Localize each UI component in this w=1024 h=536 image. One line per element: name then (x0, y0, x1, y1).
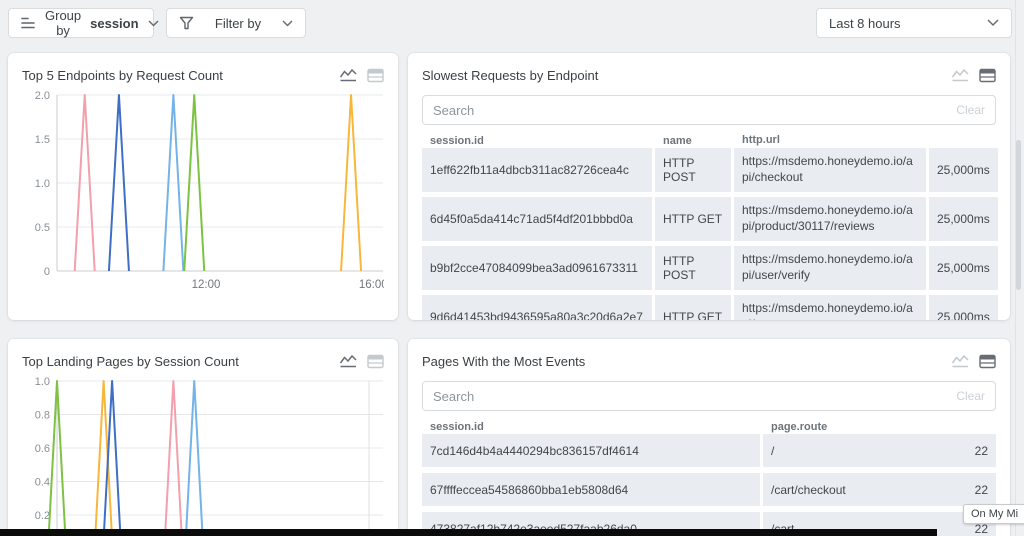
cell-session-id: b9bf2cce47084099bea3ad0961673311 (422, 246, 652, 290)
cell-page-route: /cart/checkout 22 (763, 473, 996, 506)
table-row[interactable]: 67ffffeccea54586860bba1eb5808d64/cart/ch… (422, 473, 996, 506)
column-header-name: name (655, 135, 731, 147)
time-range-value: Last 8 hours (829, 16, 901, 31)
cell-duration: 25,000ms (929, 295, 998, 320)
cell-http-url: https://msdemo.honeydemo.io/api/user/ver… (734, 246, 926, 290)
table-row[interactable]: 6d45f0a5da414c71ad5f4df201bbbd0aHTTP GET… (422, 197, 996, 241)
table-toggle-icon[interactable] (367, 68, 384, 83)
cell-name: HTTP POST (655, 148, 731, 192)
panel-pages-most-events: Pages With the Most Events Clear session… (408, 339, 1010, 536)
cell-session-id: 7cd146d4b4a4440294bc836157df4614 (422, 434, 760, 467)
table-header: session.id name http.url (422, 133, 996, 148)
cell-session-id: 9d6d41453bd9436595a80a3c20d6a2e7 (422, 295, 652, 320)
table-row[interactable]: 1eff622fb11a4dbcb311ac82726cea4cHTTP POS… (422, 148, 996, 192)
event-count-value: 22 (975, 483, 988, 497)
table-row[interactable]: b9bf2cce47084099bea3ad0961673311HTTP POS… (422, 246, 996, 290)
search-input[interactable] (433, 389, 948, 404)
svg-text:12:00: 12:00 (192, 279, 221, 291)
filter-by-button[interactable]: Filter by (166, 8, 306, 38)
table-body: 7cd146d4b4a4440294bc836157df4614/2267fff… (422, 434, 996, 536)
page-route-value: /cart/checkout (771, 483, 846, 497)
group-by-icon (21, 16, 36, 30)
panel-title: Slowest Requests by Endpoint (422, 68, 598, 83)
svg-text:2.0: 2.0 (35, 90, 50, 102)
line-chart-toggle-icon[interactable] (339, 67, 358, 83)
cell-name: HTTP GET (655, 295, 731, 320)
table-header: session.id page.route (422, 419, 996, 434)
column-header-session-id: session.id (422, 135, 652, 147)
cell-name: HTTP POST (655, 246, 731, 290)
search-box: Clear (422, 95, 996, 125)
chevron-down-icon (282, 20, 293, 27)
svg-text:16:00: 16:00 (359, 279, 384, 291)
line-chart-toggle-icon[interactable] (951, 67, 970, 83)
svg-text:0.2: 0.2 (35, 510, 50, 522)
scrollbar-thumb[interactable] (1016, 140, 1021, 290)
column-header-page-route: page.route (763, 421, 996, 433)
panel-top-endpoints: Top 5 Endpoints by Request Count 2.0 1.5 1… (8, 53, 398, 320)
cell-http-url: https://msdemo.honeydemo.io/api/checkout (734, 148, 926, 192)
column-header-session-id: session.id (422, 421, 760, 433)
time-range-select[interactable]: Last 8 hours (816, 8, 1012, 38)
bottom-black-bar (0, 529, 937, 536)
table-body: 1eff622fb11a4dbcb311ac82726cea4cHTTP POS… (422, 148, 996, 320)
os-tooltip: On My Mi (963, 504, 1024, 524)
clear-search-button[interactable]: Clear (956, 389, 985, 403)
os-tooltip-text: On My Mi (971, 508, 1018, 520)
svg-text:1.0: 1.0 (35, 178, 50, 190)
table-toggle-icon[interactable] (979, 354, 996, 369)
table-row[interactable]: 9d6d41453bd9436595a80a3c20d6a2e7HTTP GET… (422, 295, 996, 320)
panel-slowest-requests: Slowest Requests by Endpoint Clear sessi… (408, 53, 1010, 320)
panel-title: Top 5 Endpoints by Request Count (22, 68, 223, 83)
endpoints-request-count-chart[interactable]: 2.0 1.5 1.0 0.5 0 12:00 16:00 (22, 87, 384, 309)
svg-text:1.0: 1.0 (35, 376, 50, 388)
svg-text:0.8: 0.8 (35, 410, 50, 422)
chevron-down-icon (148, 20, 159, 27)
svg-text:0: 0 (44, 266, 50, 278)
landing-pages-session-count-chart[interactable]: 1.0 0.8 0.6 0.4 0.2 (22, 373, 384, 536)
table-toggle-icon[interactable] (367, 354, 384, 369)
cell-http-url: https://msdemo.honeydemo.io/api/product/… (734, 197, 926, 241)
group-by-value: session (90, 16, 138, 31)
panel-title: Top Landing Pages by Session Count (22, 354, 239, 369)
cell-session-id: 1eff622fb11a4dbcb311ac82726cea4c (422, 148, 652, 192)
filter-by-label: Filter by (215, 16, 261, 31)
cell-name: HTTP GET (655, 197, 731, 241)
chevron-down-icon (987, 19, 999, 27)
panel-top-landing-pages: Top Landing Pages by Session Count 1.0 0.… (8, 339, 398, 536)
cell-duration: 25,000ms (929, 246, 998, 290)
line-chart-toggle-icon[interactable] (339, 353, 358, 369)
cell-session-id: 67ffffeccea54586860bba1eb5808d64 (422, 473, 760, 506)
toolbar: Group by session Filter by Last 8 hours (0, 0, 1024, 46)
line-chart-toggle-icon[interactable] (951, 353, 970, 369)
group-by-button[interactable]: Group by session (8, 8, 154, 38)
cell-duration: 25,000ms (929, 148, 998, 192)
filter-funnel-icon (179, 16, 194, 30)
svg-text:0.6: 0.6 (35, 443, 50, 455)
svg-text:0.4: 0.4 (35, 477, 50, 489)
cell-duration: 25,000ms (929, 197, 998, 241)
event-count-value: 22 (975, 444, 988, 458)
group-by-label: Group by (45, 8, 81, 38)
cell-session-id: 6d45f0a5da414c71ad5f4df201bbbd0a (422, 197, 652, 241)
svg-text:1.5: 1.5 (35, 134, 50, 146)
table-row[interactable]: 7cd146d4b4a4440294bc836157df4614 / 22 (422, 434, 996, 467)
search-input[interactable] (433, 103, 948, 118)
column-header-http-url: http.url (734, 133, 926, 147)
panel-title: Pages With the Most Events (422, 354, 585, 369)
search-box: Clear (422, 381, 996, 411)
page-route-value: / (771, 444, 774, 458)
cell-http-url: https://msdemo.honeydemo.io/api/c (734, 295, 926, 320)
cell-page-route: / 22 (763, 434, 996, 467)
dashboard-grid: Top 5 Endpoints by Request Count 2.0 1.5 1… (0, 53, 1024, 536)
table-toggle-icon[interactable] (979, 68, 996, 83)
svg-text:0.5: 0.5 (35, 222, 50, 234)
clear-search-button[interactable]: Clear (956, 103, 985, 117)
